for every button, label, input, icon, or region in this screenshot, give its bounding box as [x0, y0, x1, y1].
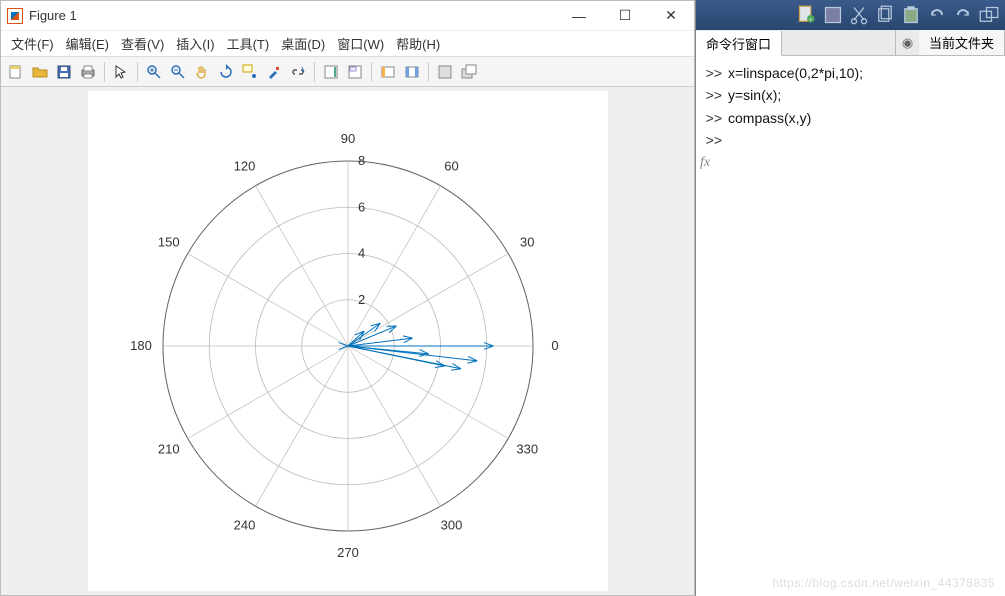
svg-text:150: 150 [157, 235, 179, 250]
command-window[interactable]: >>x=linspace(0,2*pi,10); >>y=sin(x); >>c… [696, 56, 1005, 596]
menu-edit[interactable]: 编辑(E) [62, 32, 113, 55]
svg-text:180: 180 [130, 338, 152, 353]
svg-text:210: 210 [157, 442, 179, 457]
separator [314, 62, 315, 82]
svg-text:240: 240 [233, 517, 255, 532]
svg-text:+: + [809, 16, 813, 23]
figure-window: Figure 1 — ☐ ✕ 文件(F) 编辑(E) 查看(V) 插入(I) 工… [0, 0, 695, 596]
svg-text:2: 2 [358, 292, 365, 307]
menu-window[interactable]: 窗口(W) [333, 32, 388, 55]
brush-button[interactable] [263, 61, 285, 83]
copy-icon[interactable] [875, 5, 895, 25]
minimize-button[interactable]: — [556, 1, 602, 31]
prompt: >> [700, 84, 728, 106]
titlebar[interactable]: Figure 1 — ☐ ✕ [1, 1, 694, 31]
separator [137, 62, 138, 82]
menubar: 文件(F) 编辑(E) 查看(V) 插入(I) 工具(T) 桌面(D) 窗口(W… [1, 31, 694, 57]
panel-tabs: 命令行窗口 ◉ 当前文件夹 [696, 30, 1005, 56]
fx-icon[interactable]: fx [700, 152, 710, 174]
tab-current-folder[interactable]: 当前文件夹 [919, 30, 1005, 55]
redo-icon[interactable] [953, 5, 973, 25]
command-line: >> [700, 129, 1001, 151]
insert-legend-button[interactable] [344, 61, 366, 83]
svg-text:30: 30 [520, 235, 534, 250]
command-line: >>compass(x,y) [700, 107, 1001, 129]
link-button[interactable] [287, 61, 309, 83]
matlab-figure-icon [7, 8, 23, 24]
dock-button[interactable] [434, 61, 456, 83]
separator [371, 62, 372, 82]
save-icon[interactable] [823, 5, 843, 25]
toolstrip-quick-access: + [696, 0, 1005, 30]
save-button[interactable] [53, 61, 75, 83]
window-title: Figure 1 [29, 8, 556, 23]
matlab-desktop: + 命令行窗口 ◉ 当前文件夹 >>x=linspace(0,2*pi,10);… [695, 0, 1005, 596]
separator [104, 62, 105, 82]
tab-label: 命令行窗口 [706, 34, 771, 53]
svg-text:4: 4 [358, 246, 365, 261]
paste-icon[interactable] [901, 5, 921, 25]
maximize-button[interactable]: ☐ [602, 1, 648, 31]
watermark: https://blog.csdn.net/weixin_44378835 [772, 576, 995, 590]
open-button[interactable] [29, 61, 51, 83]
svg-text:60: 60 [444, 159, 458, 174]
menu-tools[interactable]: 工具(T) [223, 32, 274, 55]
svg-text:120: 120 [233, 159, 255, 174]
pointer-button[interactable] [110, 61, 132, 83]
command-line: >>y=sin(x); [700, 84, 1001, 106]
command-line: >>x=linspace(0,2*pi,10); [700, 62, 1001, 84]
new-script-icon[interactable]: + [797, 5, 817, 25]
tab-label: 当前文件夹 [929, 33, 994, 52]
undock-button[interactable] [458, 61, 480, 83]
command-text: x=linspace(0,2*pi,10); [728, 62, 863, 84]
svg-text:8: 8 [358, 153, 365, 168]
tab-spacer [782, 30, 895, 55]
tab-command-window[interactable]: 命令行窗口 [696, 31, 782, 56]
menu-help[interactable]: 帮助(H) [392, 32, 444, 55]
window-controls: — ☐ ✕ [556, 1, 694, 31]
datatip-button[interactable] [239, 61, 261, 83]
svg-text:300: 300 [440, 517, 462, 532]
menu-insert[interactable]: 插入(I) [172, 32, 218, 55]
rotate-button[interactable] [215, 61, 237, 83]
svg-text:6: 6 [358, 199, 365, 214]
zoom-out-button[interactable] [167, 61, 189, 83]
menu-file[interactable]: 文件(F) [7, 32, 58, 55]
figure-canvas[interactable]: 2 4 6 8 0 30 60 90 120 150 180 210 240 270 300 330 [1, 87, 694, 595]
command-text: compass(x,y) [728, 107, 811, 129]
close-button[interactable]: ✕ [648, 1, 694, 31]
prompt: >> [700, 62, 728, 84]
menu-view[interactable]: 查看(V) [117, 32, 168, 55]
undo-icon[interactable] [927, 5, 947, 25]
prompt: >> [700, 107, 728, 129]
command-text: y=sin(x); [728, 84, 781, 106]
compass-plot[interactable]: 2 4 6 8 0 30 60 90 120 150 180 210 240 270 300 330 [88, 91, 608, 591]
tab-actions-button[interactable]: ◉ [895, 30, 919, 55]
switch-windows-icon[interactable] [979, 5, 999, 25]
separator [428, 62, 429, 82]
prompt: >> [700, 129, 728, 151]
insert-colorbar-button[interactable] [320, 61, 342, 83]
menu-desktop[interactable]: 桌面(D) [277, 32, 329, 55]
new-figure-button[interactable] [5, 61, 27, 83]
svg-text:0: 0 [551, 338, 558, 353]
pan-button[interactable] [191, 61, 213, 83]
show-plot-tools-button[interactable] [401, 61, 423, 83]
hide-tools-button[interactable] [377, 61, 399, 83]
svg-text:270: 270 [337, 545, 359, 560]
toolbar [1, 57, 694, 87]
cut-icon[interactable] [849, 5, 869, 25]
svg-text:90: 90 [340, 131, 354, 146]
svg-text:330: 330 [516, 442, 538, 457]
zoom-in-button[interactable] [143, 61, 165, 83]
print-button[interactable] [77, 61, 99, 83]
